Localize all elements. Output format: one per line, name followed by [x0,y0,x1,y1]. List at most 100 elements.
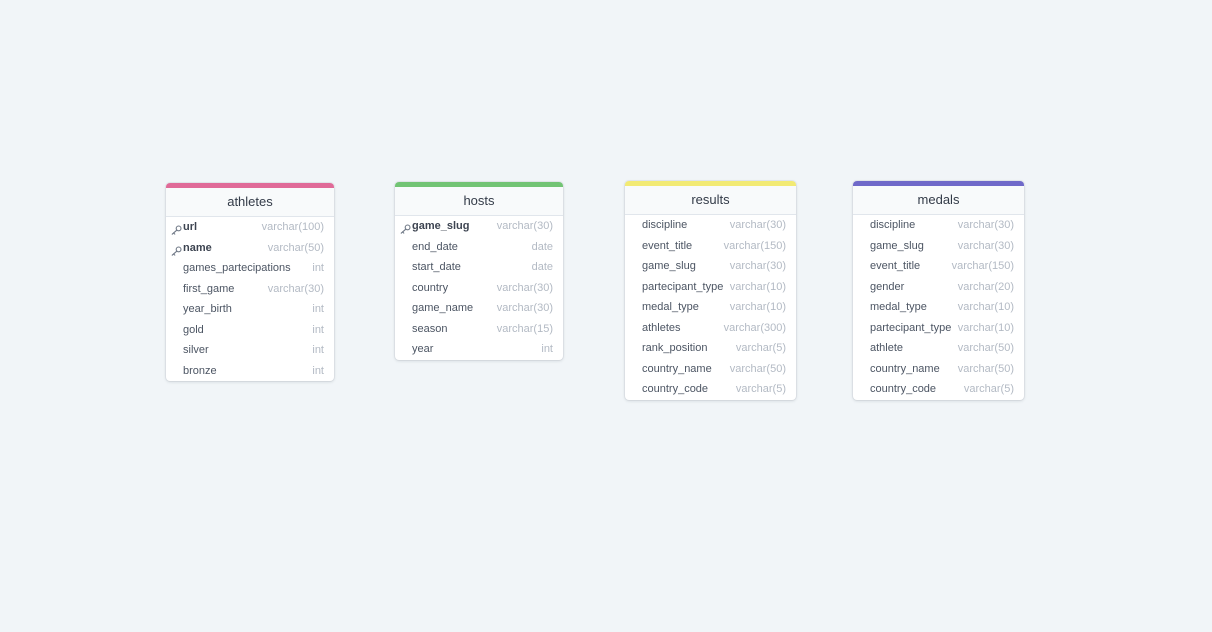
column-type: varchar(150) [951,260,1014,272]
column-type: varchar(5) [963,383,1014,395]
column-row[interactable]: event_title varchar(150) [625,236,796,257]
column-row[interactable]: country_name varchar(50) [625,359,796,380]
column-name: gold [183,323,204,336]
column-name: country_code [870,383,937,395]
column-row[interactable]: athletes varchar(300) [625,318,796,339]
column-row[interactable]: gold int [166,320,334,341]
column-row[interactable]: name varchar(50) [166,238,334,259]
column-type: varchar(10) [729,280,786,293]
column-type: date [531,240,553,253]
column-name: medal_type [870,301,927,313]
column-row[interactable]: athlete varchar(50) [853,338,1024,359]
column-name: partecipant_type [870,321,952,334]
column-row[interactable]: game_slug varchar(30) [395,216,563,237]
table-medals[interactable]: medals discipline varchar(30) game_slug var… [853,181,1024,400]
column-type: varchar(20) [957,280,1014,293]
column-name: event_title [870,260,921,272]
column-row[interactable]: year_birth int [166,299,334,320]
column-name: name [183,241,212,254]
column-row[interactable]: game_slug varchar(30) [853,236,1024,257]
column-name: country_code [642,383,709,395]
column-name: country_name [642,362,712,375]
column-name: partecipant_type [642,280,724,293]
table-title[interactable]: medals [853,186,1024,215]
key-icon [171,243,182,256]
column-type: varchar(30) [496,220,553,232]
column-type: varchar(300) [723,321,786,334]
key-icon [171,222,182,235]
column-name: athlete [870,342,904,354]
column-name: season [412,322,448,335]
column-row[interactable]: country varchar(30) [395,278,563,299]
column-row[interactable]: year int [395,339,563,360]
column-type: varchar(10) [729,301,786,313]
column-name: year [412,343,434,355]
column-row[interactable]: event_title varchar(150) [853,256,1024,277]
column-name: athletes [642,321,681,334]
column-row[interactable]: first_game varchar(30) [166,279,334,300]
column-type: varchar(30) [957,219,1014,231]
column-name: discipline [870,219,916,231]
column-row[interactable]: game_slug varchar(30) [625,256,796,277]
column-name: game_name [412,302,474,314]
column-type: int [541,343,553,355]
column-row[interactable]: discipline varchar(30) [853,215,1024,236]
column-type: varchar(100) [261,221,324,233]
column-row[interactable]: rank_position varchar(5) [625,338,796,359]
table-hosts[interactable]: hosts game_slug varchar(30) end_date date st… [395,182,563,360]
column-name: game_slug [642,260,696,272]
column-row[interactable]: country_code varchar(5) [853,379,1024,400]
column-type: varchar(30) [496,281,553,294]
column-type: varchar(150) [723,239,786,252]
column-row[interactable]: start_date date [395,257,563,278]
column-name: rank_position [642,342,708,354]
column-name: country [412,281,449,294]
column-name: end_date [412,240,458,253]
column-type: int [312,262,324,274]
column-type: varchar(5) [735,383,786,395]
column-row[interactable]: medal_type varchar(10) [625,297,796,318]
column-row[interactable]: url varchar(100) [166,217,334,238]
table-title[interactable]: athletes [166,188,334,217]
column-type: varchar(30) [496,302,553,314]
column-name: bronze [183,364,217,377]
column-row[interactable]: bronze int [166,361,334,382]
column-row[interactable]: discipline varchar(30) [625,215,796,236]
column-row[interactable]: gender varchar(20) [853,277,1024,298]
column-row[interactable]: silver int [166,340,334,361]
key-icon [400,221,411,234]
column-row[interactable]: games_partecipations int [166,258,334,279]
column-type: varchar(50) [957,342,1014,354]
column-name: game_slug [412,220,470,232]
column-type: varchar(30) [267,282,324,295]
column-type: varchar(15) [496,322,553,335]
column-type: varchar(10) [957,301,1014,313]
column-row[interactable]: country_code varchar(5) [625,379,796,400]
table-athletes[interactable]: athletes url varchar(100) name varchar(50) g… [166,183,334,381]
column-type: varchar(30) [729,219,786,231]
table-results[interactable]: results discipline varchar(30) event_title… [625,181,796,400]
column-row[interactable]: partecipant_type varchar(10) [853,318,1024,339]
column-row[interactable]: game_name varchar(30) [395,298,563,319]
column-type: int [312,344,324,356]
column-row[interactable]: end_date date [395,237,563,258]
column-name: gender [870,280,905,293]
column-name: game_slug [870,239,924,252]
column-row[interactable]: medal_type varchar(10) [853,297,1024,318]
column-name: country_name [870,362,940,375]
column-name: year_birth [183,303,232,315]
column-row[interactable]: season varchar(15) [395,319,563,340]
column-type: varchar(5) [735,342,786,354]
table-title[interactable]: hosts [395,187,563,216]
column-name: medal_type [642,301,699,313]
column-name: url [183,221,198,233]
column-type: varchar(50) [957,362,1014,375]
column-name: games_partecipations [183,262,291,274]
column-type: int [312,323,324,336]
column-name: first_game [183,282,235,295]
column-name: event_title [642,239,693,252]
table-title[interactable]: results [625,186,796,215]
column-row[interactable]: partecipant_type varchar(10) [625,277,796,298]
column-type: varchar(30) [957,239,1014,252]
column-row[interactable]: country_name varchar(50) [853,359,1024,380]
